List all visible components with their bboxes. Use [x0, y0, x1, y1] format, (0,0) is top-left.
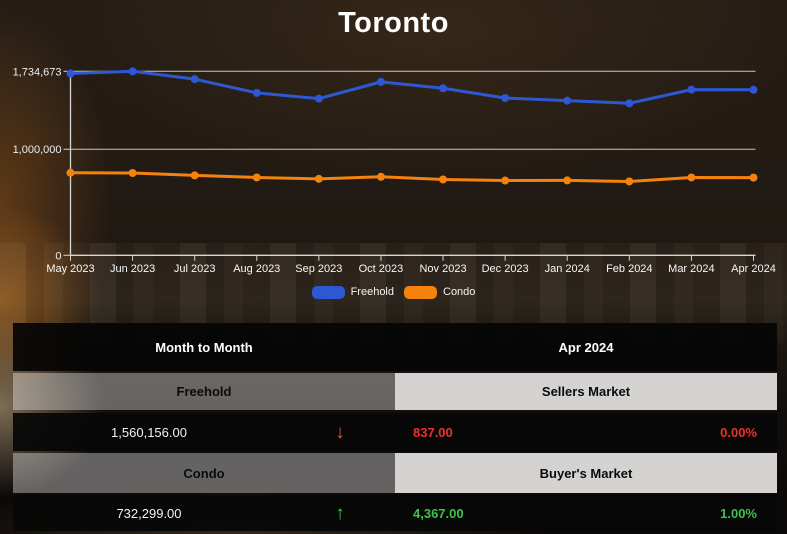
svg-text:May 2023: May 2023	[46, 263, 94, 275]
freehold-percent: 0.00%	[720, 424, 757, 440]
svg-text:Jun 2023: Jun 2023	[110, 263, 155, 275]
table-header-row: Month to Month Apr 2024	[13, 323, 777, 371]
condo-band-row: Condo Buyer's Market	[13, 453, 777, 493]
svg-text:Oct 2023: Oct 2023	[359, 263, 404, 275]
freehold-metric: 837.00	[413, 424, 453, 440]
freehold-price: 1,560,156.00	[111, 424, 187, 440]
page-title: Toronto	[338, 7, 449, 39]
header-month-to-month: Month to Month	[155, 339, 253, 355]
condo-price: 732,299.00	[116, 505, 182, 521]
trend-down-arrow-icon: ↓	[335, 421, 345, 443]
svg-text:Dec 2023: Dec 2023	[482, 263, 529, 275]
freehold-label: Freehold	[13, 373, 395, 410]
condo-swatch-icon	[404, 285, 437, 299]
condo-label: Condo	[13, 453, 395, 493]
sellers-market-label: Sellers Market	[395, 373, 777, 410]
condo-market-group: 4,367.00 1.00%	[395, 495, 777, 531]
freehold-value-group: 1,560,156.00 ↓	[13, 413, 395, 451]
legend-item-condo[interactable]: Condo	[404, 285, 476, 299]
legend-item-freehold[interactable]: Freehold	[311, 285, 394, 299]
condo-percent: 1.00%	[720, 505, 757, 521]
freehold-band-row: Freehold Sellers Market	[13, 373, 777, 410]
month-to-month-table: Month to Month Apr 2024 Freehold Sellers…	[13, 323, 777, 531]
svg-text:Nov 2023: Nov 2023	[419, 263, 466, 275]
legend-label-condo: Condo	[443, 286, 476, 298]
svg-text:Jan 2024: Jan 2024	[545, 263, 590, 275]
svg-text:0: 0	[55, 250, 61, 262]
condo-value-row: 732,299.00 ↑ 4,367.00 1.00%	[13, 495, 777, 531]
chart-legend: Freehold Condo	[0, 283, 787, 301]
condo-value-group: 732,299.00 ↑	[13, 495, 395, 531]
svg-text:1,000,000: 1,000,000	[13, 144, 62, 156]
price-trend-chart[interactable]: 1,734,673 1,000,000 0May 2023 Jun 2023 Jul 2…	[0, 58, 787, 283]
header-apr-2024: Apr 2024	[558, 339, 614, 355]
buyers-market-label: Buyer's Market	[395, 453, 777, 493]
svg-text:Apr 2024: Apr 2024	[731, 263, 776, 275]
legend-label-freehold: Freehold	[350, 286, 394, 298]
freehold-swatch-icon	[311, 285, 345, 299]
svg-text:1,734,673: 1,734,673	[13, 66, 62, 78]
freehold-value-row: 1,560,156.00 ↓ 837.00 0.00%	[13, 413, 777, 451]
trend-up-arrow-icon: ↑	[335, 502, 345, 524]
freehold-market-group: 837.00 0.00%	[395, 413, 777, 451]
svg-text:Aug 2023: Aug 2023	[233, 263, 280, 275]
svg-text:Jul 2023: Jul 2023	[174, 263, 216, 275]
condo-metric: 4,367.00	[413, 505, 464, 521]
svg-text:Sep 2023: Sep 2023	[295, 263, 342, 275]
svg-text:Mar 2024: Mar 2024	[668, 263, 714, 275]
toronto-market-widget: Toronto 1,734,673 1,000,000 0 May 2023 Jun 2…	[0, 0, 787, 534]
svg-text:Feb 2024: Feb 2024	[606, 263, 652, 275]
